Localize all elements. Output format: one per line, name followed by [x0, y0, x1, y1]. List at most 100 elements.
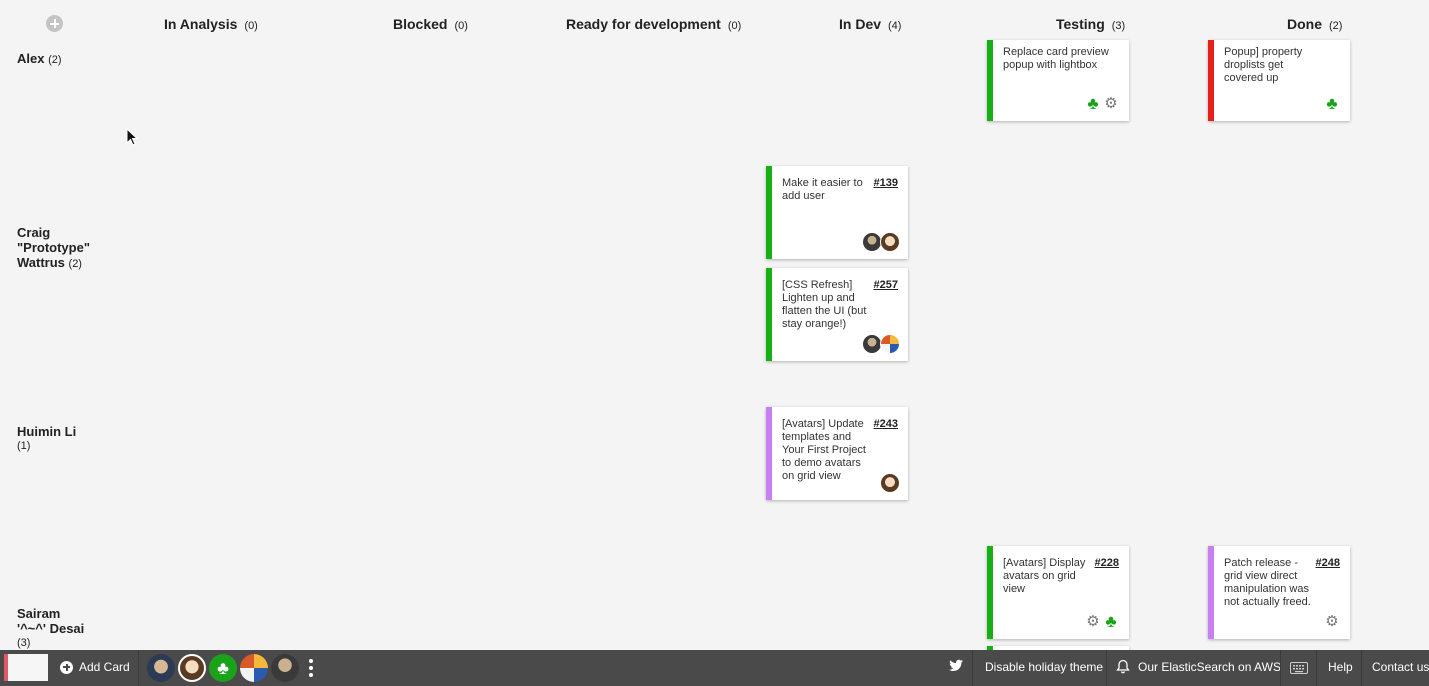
column-count: (0): [454, 20, 468, 32]
keyboard-icon[interactable]: [1290, 661, 1308, 677]
column-count: (4): [888, 20, 902, 32]
lane-label-craig[interactable]: Craig "Prototype" Wattrus (2): [17, 225, 90, 272]
card-status-bar: [987, 546, 993, 639]
card-228[interactable]: [Avatars] Display avatars on grid view #…: [987, 546, 1129, 639]
card-avatars: [862, 334, 900, 354]
lane-name: Huimin Li: [17, 424, 77, 439]
bell-icon[interactable]: [1116, 659, 1130, 677]
column-name: Blocked: [393, 16, 448, 32]
card-number-link[interactable]: #228: [1095, 557, 1119, 569]
card-243[interactable]: [Avatars] Update templates and Your Firs…: [766, 407, 908, 500]
user-avatar: [880, 473, 900, 493]
lane-name-line: Wattrus: [17, 255, 65, 270]
column-header-blocked[interactable]: Blocked (0): [393, 16, 468, 34]
card-avatars: ⚙: [1324, 612, 1342, 632]
contact-us-link[interactable]: Contact us: [1372, 660, 1429, 674]
lane-name: Alex: [17, 51, 45, 66]
robot-icon: ⚙: [1325, 613, 1339, 630]
card-status-bar: [987, 40, 993, 121]
card-title: Patch release - grid view direct manipul…: [1224, 557, 1311, 608]
card-status-bar: [766, 268, 772, 361]
toolbar-divider: [1316, 650, 1317, 686]
clover-icon[interactable]: ♣: [209, 654, 237, 682]
column-header-done[interactable]: Done (2): [1287, 16, 1342, 34]
card-avatars: ⚙ ♣: [1085, 612, 1121, 632]
lane-count: (3): [17, 637, 31, 649]
user-avatar: [880, 334, 900, 354]
user-avatar[interactable]: [271, 654, 299, 682]
lane-name-line: Craig: [17, 225, 51, 240]
user-avatar: [862, 334, 882, 354]
card-248[interactable]: Patch release - grid view direct manipul…: [1208, 546, 1350, 639]
card-number-link[interactable]: #139: [874, 177, 898, 189]
add-card-button[interactable]: Add Card: [60, 660, 130, 674]
robot-icon: ⚙: [1086, 613, 1100, 630]
column-header-testing[interactable]: Testing (3): [1056, 16, 1125, 34]
card-number-link[interactable]: #257: [874, 279, 898, 291]
card-avatars: ♣: [1324, 94, 1342, 114]
plus-circle-icon: [60, 660, 73, 674]
help-link[interactable]: Help: [1328, 660, 1353, 674]
toolbar-divider: [138, 650, 139, 686]
column-header-in-analysis[interactable]: In Analysis (0): [164, 16, 258, 34]
column-count: (0): [727, 20, 742, 32]
card-replace-card-preview[interactable]: Replace card preview popup with lightbox…: [987, 40, 1129, 121]
card-257[interactable]: [CSS Refresh] Lighten up and flatten the…: [766, 268, 908, 361]
card-avatars: [880, 473, 900, 493]
twitter-icon[interactable]: [948, 659, 964, 676]
card-title: [Avatars] Update templates and Your Firs…: [782, 418, 866, 482]
column-name: Ready for development: [566, 16, 721, 32]
card-title: Replace card preview popup with lightbox: [1003, 46, 1109, 71]
robot-icon: ⚙: [1104, 95, 1118, 112]
holiday-theme-swatch[interactable]: [4, 654, 48, 681]
toolbar-divider: [1280, 650, 1281, 686]
card-status-bar: [1208, 40, 1214, 121]
column-name: In Dev: [839, 16, 882, 32]
column-count: (3): [1111, 20, 1126, 32]
lane-count: (2): [48, 54, 62, 66]
card-status-bar: [766, 407, 772, 500]
lane-label-alex[interactable]: Alex (2): [17, 51, 62, 68]
clover-icon: ♣: [1087, 94, 1099, 113]
column-name: In Analysis: [164, 16, 238, 32]
lane-name-line: "Prototype": [17, 240, 90, 255]
user-avatar: [880, 232, 900, 252]
lane-label-sairam[interactable]: Sairam '^~^' Desai (3): [17, 606, 84, 651]
add-column-icon[interactable]: [46, 15, 63, 32]
lane-count: (2): [68, 258, 82, 270]
lane-name-line: '^~^' Desai: [17, 621, 85, 636]
toolbar-divider: [1106, 650, 1107, 686]
toolbar-divider: [972, 650, 973, 686]
card-popup-property-droplists[interactable]: Popup] property droplists get covered up…: [1208, 40, 1350, 121]
user-filter-avatars: ♣: [147, 654, 299, 682]
column-name: Testing: [1056, 16, 1105, 32]
notification-link[interactable]: Our ElasticSearch on AWS: [1138, 660, 1281, 674]
disable-holiday-theme-button[interactable]: Disable holiday theme: [985, 660, 1103, 674]
card-avatars: ♣ ⚙: [1085, 94, 1121, 114]
card-avatars: [862, 232, 900, 252]
lane-label-huimin[interactable]: Huimin Li (1): [17, 424, 76, 454]
card-status-bar: [1208, 546, 1214, 639]
user-avatar: [862, 232, 882, 252]
user-avatar[interactable]: [178, 654, 206, 682]
card-number-link[interactable]: #248: [1316, 557, 1340, 569]
card-139[interactable]: Make it easier to add user #139: [766, 166, 908, 259]
bottom-toolbar: Add Card ♣ Disable holiday theme Our Ela…: [0, 650, 1429, 686]
card-title: [CSS Refresh] Lighten up and flatten the…: [782, 279, 867, 330]
lane-name-line: Sairam: [17, 606, 61, 621]
column-header-ready-for-development[interactable]: Ready for development (0): [566, 16, 741, 34]
add-card-label: Add Card: [79, 660, 130, 674]
column-count: (2): [1329, 20, 1343, 32]
user-avatar[interactable]: [147, 654, 175, 682]
column-name: Done: [1287, 16, 1322, 32]
lane-count: (1): [17, 440, 31, 452]
toolbar-divider: [1361, 650, 1362, 686]
card-title: Popup] property droplists get covered up: [1224, 46, 1303, 84]
more-users-menu-icon[interactable]: [309, 659, 313, 677]
card-status-bar: [766, 166, 772, 259]
column-header-in-dev[interactable]: In Dev (4): [839, 16, 901, 34]
card-number-link[interactable]: #243: [874, 418, 898, 430]
user-avatar[interactable]: [240, 654, 268, 682]
clover-icon: ♣: [1105, 612, 1117, 631]
clover-icon: ♣: [1326, 94, 1338, 113]
